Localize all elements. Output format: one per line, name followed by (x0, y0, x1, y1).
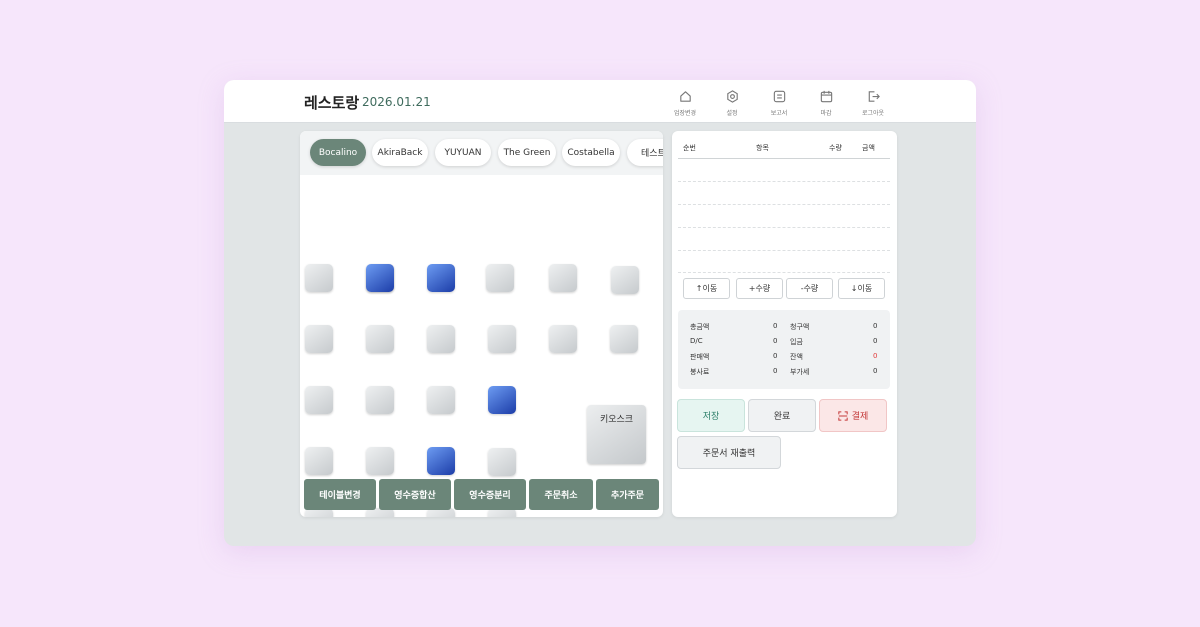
table-tile[interactable] (305, 447, 333, 475)
table-panel: Bocalino AkiraBack YUYUAN The Green Cost… (300, 131, 663, 517)
nav-change-store[interactable]: 업장변경 (665, 89, 705, 117)
order-row[interactable] (678, 181, 890, 182)
table-tile[interactable] (305, 325, 333, 353)
column-header-no: 순번 (683, 144, 696, 152)
move-up-button[interactable]: ↑이동 (683, 278, 730, 299)
complete-label: 완료 (773, 412, 791, 422)
table-tile[interactable] (366, 325, 394, 353)
table-tile[interactable] (305, 386, 333, 414)
tab-test[interactable]: 테스트 (627, 139, 663, 166)
nav-logout[interactable]: 로그아웃 (853, 89, 893, 117)
pos-window: 레스토랑 2026.01.21 업장변경 설정 보고서 마감 로그아웃 Boca… (224, 80, 976, 546)
vat-label: 부가세 (790, 368, 810, 376)
change-table-button[interactable]: 테이블변경 (304, 479, 376, 510)
cancel-order-button[interactable]: 주문취소 (529, 479, 593, 510)
logout-icon (868, 91, 880, 102)
business-date: 2026.01.21 (362, 95, 431, 109)
total-value: 0 (773, 322, 778, 330)
nav-label: 마감 (820, 110, 832, 117)
decrease-qty-button[interactable]: -수량 (786, 278, 833, 299)
table-tile[interactable] (549, 325, 577, 353)
dc-label: D/C (690, 337, 703, 345)
table-tile[interactable] (611, 266, 639, 294)
balance-value: 0 (873, 352, 878, 360)
table-tile[interactable] (610, 325, 638, 353)
calendar-icon (820, 90, 832, 103)
complete-button[interactable]: 완료 (748, 399, 816, 432)
nav-label: 로그아웃 (861, 110, 885, 117)
billed-value: 0 (873, 322, 878, 330)
scan-icon (838, 410, 848, 421)
table-tile-occupied[interactable] (366, 264, 394, 292)
table-tile-occupied[interactable] (488, 386, 516, 414)
table-tile[interactable] (427, 325, 455, 353)
service-value: 0 (773, 367, 778, 375)
vat-value: 0 (873, 367, 878, 375)
sales-value: 0 (773, 352, 778, 360)
table-tile[interactable] (488, 325, 516, 353)
order-panel: 순번 항목 수량 금액 ↑이동 +수량 -수량 ↓이동 총금액 0 청구액 0 … (672, 131, 897, 517)
header-divider (678, 158, 890, 159)
pay-label: 결제 (851, 412, 869, 422)
order-row[interactable] (678, 227, 890, 228)
table-tile-occupied[interactable] (427, 264, 455, 292)
table-tile[interactable] (427, 386, 455, 414)
add-order-button[interactable]: 추가주문 (596, 479, 659, 510)
header: 레스토랑 2026.01.21 업장변경 설정 보고서 마감 로그아웃 (224, 80, 976, 123)
store-tabs: Bocalino AkiraBack YUYUAN The Green Cost… (300, 131, 663, 175)
table-tile-occupied[interactable] (427, 447, 455, 475)
paid-label: 입금 (790, 338, 803, 346)
table-tile[interactable] (305, 264, 333, 292)
move-down-button[interactable]: ↓이동 (838, 278, 885, 299)
tab-costabella[interactable]: Costabella (562, 139, 620, 166)
increase-qty-button[interactable]: +수량 (736, 278, 783, 299)
column-header-qty: 수량 (829, 144, 842, 152)
save-button[interactable]: 저장 (677, 399, 745, 432)
table-tile[interactable] (366, 447, 394, 475)
merge-receipt-button[interactable]: 영수증합산 (379, 479, 451, 510)
nav-label: 설정 (726, 110, 738, 117)
service-label: 봉사료 (690, 368, 710, 376)
reprint-order-button[interactable]: 주문서 재출력 (677, 436, 781, 469)
table-tile[interactable] (366, 386, 394, 414)
kiosk-tile[interactable]: 키오스크 (587, 405, 646, 464)
home-icon (679, 91, 691, 102)
column-header-amount: 금액 (862, 144, 875, 152)
paid-value: 0 (873, 337, 878, 345)
order-row[interactable] (678, 204, 890, 205)
tab-bocalino[interactable]: Bocalino (310, 139, 366, 166)
nav-label: 보고서 (770, 110, 788, 117)
reprint-label: 주문서 재출력 (702, 449, 756, 459)
nav-label: 업장변경 (673, 110, 697, 117)
table-tile[interactable] (549, 264, 577, 292)
app-title: 레스토랑 (304, 94, 360, 112)
order-row[interactable] (678, 250, 890, 251)
pay-button[interactable]: 결제 (819, 399, 887, 432)
save-label: 저장 (702, 412, 720, 422)
balance-label: 잔액 (790, 353, 803, 361)
order-row[interactable] (678, 272, 890, 273)
tab-yuyuan[interactable]: YUYUAN (435, 139, 491, 166)
table-tile[interactable] (486, 264, 514, 292)
gear-icon (726, 90, 738, 103)
billed-label: 청구액 (790, 323, 810, 331)
tab-akiraback[interactable]: AkiraBack (372, 139, 428, 166)
column-header-item: 항목 (756, 144, 769, 152)
tab-the-green[interactable]: The Green (498, 139, 556, 166)
nav-close[interactable]: 마감 (806, 89, 846, 117)
dc-value: 0 (773, 337, 778, 345)
split-receipt-button[interactable]: 영수증분리 (454, 479, 526, 510)
nav-report[interactable]: 보고서 (759, 89, 799, 117)
order-summary: 총금액 0 청구액 0 D/C 0 입금 0 판매액 0 잔액 0 봉사료 0 … (678, 310, 890, 389)
total-label: 총금액 (690, 323, 710, 331)
table-tile[interactable] (488, 448, 516, 476)
sales-label: 판매액 (690, 353, 710, 361)
report-icon (773, 90, 785, 103)
nav-settings[interactable]: 설정 (712, 89, 752, 117)
